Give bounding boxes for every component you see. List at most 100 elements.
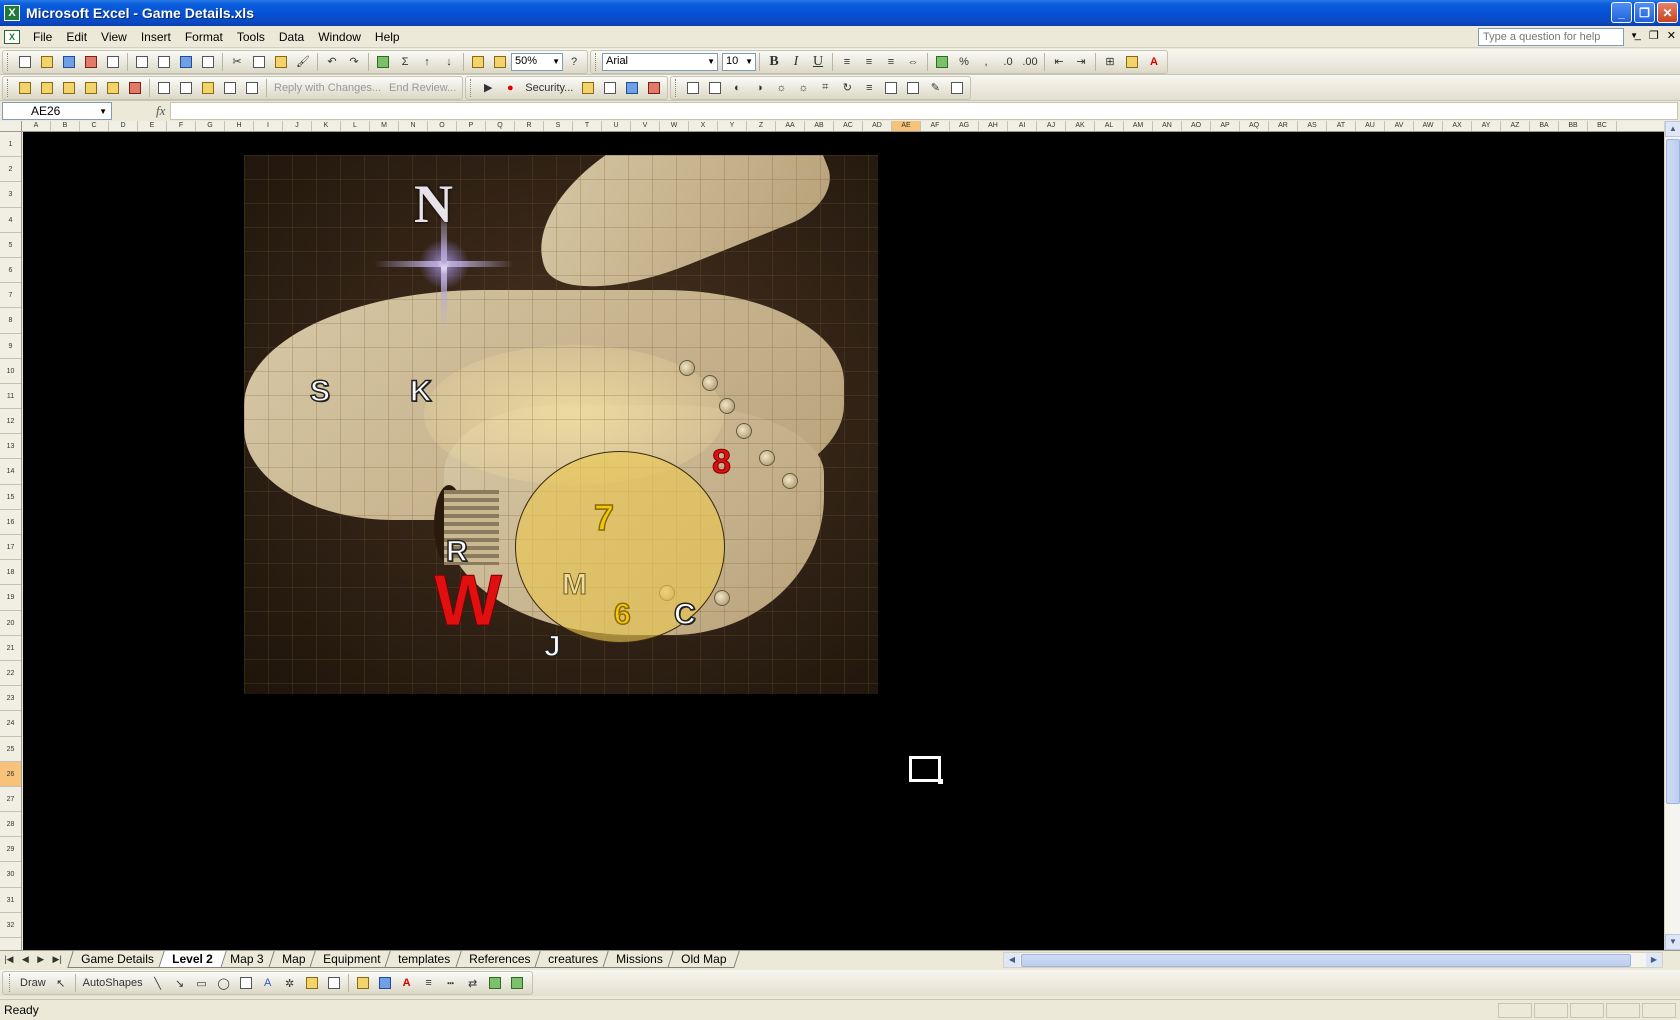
align-right-icon[interactable]: ≡ bbox=[882, 53, 900, 71]
crop-icon[interactable]: ⌗ bbox=[816, 79, 834, 97]
show-comments-icon[interactable] bbox=[155, 79, 173, 97]
open-icon[interactable] bbox=[38, 53, 56, 71]
excel-app-icon[interactable]: X bbox=[4, 5, 20, 21]
vertical-scrollbar[interactable]: ▲ ▼ bbox=[1664, 121, 1680, 950]
scroll-right-icon[interactable]: ▶ bbox=[1646, 953, 1662, 967]
help-icon[interactable]: ? bbox=[565, 53, 583, 71]
column-header[interactable]: B bbox=[51, 121, 80, 131]
menu-file[interactable]: File bbox=[26, 30, 59, 44]
shadow-style-icon[interactable] bbox=[486, 974, 504, 992]
column-header[interactable]: Y bbox=[718, 121, 747, 131]
column-header[interactable]: AQ bbox=[1240, 121, 1269, 131]
minimize-button[interactable]: _ bbox=[1611, 2, 1632, 23]
column-header[interactable]: S bbox=[544, 121, 573, 131]
row-header[interactable]: 11 bbox=[0, 384, 21, 410]
row-header[interactable]: 3 bbox=[0, 182, 21, 208]
arrow-style-icon[interactable]: ⇄ bbox=[464, 974, 482, 992]
column-header[interactable]: AX bbox=[1443, 121, 1472, 131]
align-left-icon[interactable]: ≡ bbox=[838, 53, 856, 71]
chart-wizard-icon[interactable] bbox=[469, 53, 487, 71]
rectangle-icon[interactable]: ▭ bbox=[193, 974, 211, 992]
column-header[interactable]: BC bbox=[1588, 121, 1617, 131]
sort-descending-icon[interactable]: ↓ bbox=[440, 53, 458, 71]
decrease-decimal-icon[interactable]: .00 bbox=[1021, 53, 1039, 71]
sheet-tab[interactable]: Old Map bbox=[666, 951, 740, 968]
column-header[interactable]: AP bbox=[1211, 121, 1240, 131]
undo-icon[interactable]: ↶ bbox=[323, 53, 341, 71]
less-brightness-icon[interactable]: ☼ bbox=[794, 79, 812, 97]
sheet-tab[interactable]: creatures bbox=[534, 951, 612, 968]
horizontal-scrollbar[interactable]: ◀ ▶ bbox=[1003, 952, 1663, 968]
row-header[interactable]: 10 bbox=[0, 359, 21, 384]
row-header[interactable]: 19 bbox=[0, 585, 21, 611]
run-macro-icon[interactable]: ▶ bbox=[479, 79, 497, 97]
sort-ascending-icon[interactable]: ↑ bbox=[418, 53, 436, 71]
column-header[interactable]: U bbox=[602, 121, 631, 131]
marker-s[interactable]: S bbox=[309, 376, 331, 408]
column-header[interactable]: L bbox=[341, 121, 370, 131]
sheet-tab[interactable]: Game Details bbox=[67, 951, 168, 968]
column-header[interactable]: H bbox=[225, 121, 254, 131]
marker-six[interactable]: 6 bbox=[613, 599, 631, 631]
marker-c[interactable]: C bbox=[673, 599, 696, 631]
reply-with-changes-button[interactable]: Reply with Changes... bbox=[270, 82, 385, 94]
column-header[interactable]: BA bbox=[1530, 121, 1559, 131]
font-size-select[interactable]: 10 ▼ bbox=[722, 52, 756, 71]
marker-k[interactable]: K bbox=[409, 376, 432, 408]
formula-input[interactable] bbox=[170, 102, 1678, 120]
column-header[interactable]: AB bbox=[805, 121, 834, 131]
email-icon[interactable] bbox=[104, 53, 122, 71]
menu-edit[interactable]: Edit bbox=[59, 30, 94, 44]
dash-style-icon[interactable]: ┅ bbox=[442, 974, 460, 992]
vertical-scroll-thumb[interactable] bbox=[1666, 139, 1680, 804]
new-icon[interactable] bbox=[16, 53, 34, 71]
3d-style-icon[interactable] bbox=[508, 974, 526, 992]
menu-help[interactable]: Help bbox=[368, 30, 407, 44]
row-header[interactable]: 2 bbox=[0, 157, 21, 183]
delete-comment-icon[interactable] bbox=[126, 79, 144, 97]
italic-button[interactable]: I bbox=[787, 53, 805, 71]
increase-decimal-icon[interactable]: .0 bbox=[999, 53, 1017, 71]
decrease-indent-icon[interactable]: ⇤ bbox=[1050, 53, 1068, 71]
help-search-input[interactable]: Type a question for help bbox=[1478, 28, 1624, 46]
toolbar-grip[interactable] bbox=[675, 78, 679, 97]
visual-basic-icon[interactable] bbox=[579, 79, 597, 97]
show-ink-icon[interactable] bbox=[177, 79, 195, 97]
column-header[interactable]: P bbox=[457, 121, 486, 131]
column-header[interactable]: W bbox=[660, 121, 689, 131]
row-header[interactable]: 26 bbox=[0, 761, 21, 787]
folder-icon[interactable] bbox=[60, 79, 78, 97]
column-header[interactable]: AA bbox=[776, 121, 805, 131]
reset-picture-icon[interactable] bbox=[948, 79, 966, 97]
line-style-icon[interactable]: ≡ bbox=[860, 79, 878, 97]
redo-icon[interactable]: ↷ bbox=[345, 53, 363, 71]
fill-color-icon[interactable] bbox=[354, 974, 372, 992]
row-header[interactable]: 24 bbox=[0, 711, 21, 737]
compress-icon[interactable] bbox=[882, 79, 900, 97]
accept-icon[interactable] bbox=[221, 79, 239, 97]
underline-button[interactable]: U bbox=[809, 53, 827, 71]
row-header[interactable]: 16 bbox=[0, 510, 21, 535]
worksheet-grid[interactable]: N S K R W J C M 7 6 8 bbox=[23, 132, 1664, 950]
cut-icon[interactable]: ✂ bbox=[228, 53, 246, 71]
format-picture-icon[interactable] bbox=[904, 79, 922, 97]
paste-icon[interactable] bbox=[272, 53, 290, 71]
track-changes-icon[interactable] bbox=[199, 79, 217, 97]
column-header[interactable]: M bbox=[370, 121, 399, 131]
column-header[interactable]: AY bbox=[1472, 121, 1501, 131]
column-header[interactable]: AM bbox=[1124, 121, 1153, 131]
restore-button[interactable]: ❐ bbox=[1634, 2, 1655, 23]
record-macro-icon[interactable]: ● bbox=[501, 79, 519, 97]
column-header[interactable]: AW bbox=[1414, 121, 1443, 131]
column-header[interactable]: C bbox=[80, 121, 109, 131]
row-header[interactable]: 5 bbox=[0, 233, 21, 258]
sheet-tab[interactable]: Level 2 bbox=[157, 951, 227, 968]
sheet-tab[interactable]: Equipment bbox=[309, 951, 395, 968]
color-icon[interactable] bbox=[706, 79, 724, 97]
control-toolbox-icon[interactable] bbox=[601, 79, 619, 97]
save-icon[interactable] bbox=[60, 53, 78, 71]
column-header[interactable]: R bbox=[515, 121, 544, 131]
column-header[interactable]: AR bbox=[1269, 121, 1298, 131]
end-review-button[interactable]: End Review... bbox=[385, 82, 460, 94]
column-header[interactable]: N bbox=[399, 121, 428, 131]
